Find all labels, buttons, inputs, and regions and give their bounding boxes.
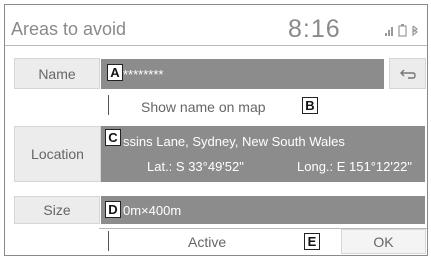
header-divider [5, 45, 427, 46]
show-name-separator [108, 95, 109, 115]
location-button[interactable]: Location [14, 126, 101, 182]
size-value: 0m×400m [123, 203, 182, 218]
size-label: Size [43, 202, 71, 218]
screen-title: Areas to avoid [11, 19, 127, 39]
ok-button[interactable]: OK [341, 229, 426, 254]
active-button[interactable]: Active [188, 234, 226, 250]
status-icons [385, 23, 423, 37]
back-arrow-icon [399, 69, 416, 79]
location-address: ssins Lane, Sydney, New South Wales [123, 134, 345, 149]
callout-a: A [107, 64, 123, 81]
clock: 8:16 [288, 15, 341, 43]
size-field[interactable]: 0m×400m [101, 196, 425, 224]
show-name-on-map-button[interactable]: Show name on map [141, 99, 266, 115]
screen: Areas to avoid 8:16 Name ******** A Show… [4, 4, 428, 256]
location-field[interactable]: ssins Lane, Sydney, New South Wales Lat.… [101, 126, 425, 182]
name-field[interactable]: ******** [101, 59, 384, 89]
active-separator [108, 231, 109, 251]
location-label: Location [31, 146, 84, 162]
callout-c: C [105, 129, 121, 146]
location-longitude: Long.: E 151°12'22" [297, 159, 412, 174]
location-latitude: Lat.: S 33°49'52" [147, 159, 244, 174]
name-label: Name [38, 65, 76, 82]
ok-label: OK [373, 233, 394, 250]
name-button[interactable]: Name [14, 58, 100, 89]
signal-icon [385, 24, 418, 37]
size-button[interactable]: Size [14, 196, 100, 224]
back-button[interactable] [389, 58, 426, 89]
callout-d: D [105, 201, 121, 218]
callout-b: B [302, 97, 318, 114]
name-value: ******** [123, 67, 164, 82]
callout-e: E [304, 233, 320, 250]
